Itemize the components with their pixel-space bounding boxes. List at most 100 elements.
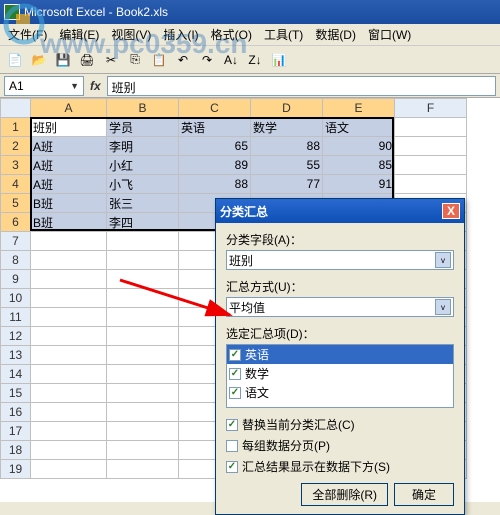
cell[interactable] (107, 327, 179, 346)
formula-bar[interactable]: 班别 (107, 76, 496, 96)
cell[interactable] (107, 308, 179, 327)
cell[interactable] (31, 251, 107, 270)
checkbox-icon[interactable]: ✓ (226, 461, 238, 473)
items-listbox[interactable]: ✓ 英语 ✓ 数学 ✓ 语文 (226, 344, 454, 408)
cell[interactable] (107, 403, 179, 422)
row-header[interactable]: 13 (1, 346, 31, 365)
checkbox-icon[interactable]: ✓ (229, 368, 241, 380)
cell[interactable] (107, 422, 179, 441)
menu-view[interactable]: 视图(V) (105, 24, 157, 45)
menu-insert[interactable]: 插入(I) (157, 24, 204, 45)
close-button[interactable]: X (442, 203, 460, 219)
row-header[interactable]: 12 (1, 327, 31, 346)
chevron-down-icon[interactable]: ▼ (70, 81, 79, 91)
row-header[interactable]: 1 (1, 118, 31, 137)
new-icon[interactable]: 📄 (4, 49, 26, 71)
menu-window[interactable]: 窗口(W) (362, 24, 417, 45)
row-header[interactable]: 4 (1, 175, 31, 194)
cell[interactable] (395, 156, 467, 175)
menu-data[interactable]: 数据(D) (309, 24, 362, 45)
cell[interactable]: 77 (251, 175, 323, 194)
name-box[interactable]: A1 ▼ (4, 76, 84, 96)
cell[interactable]: 91 (323, 175, 395, 194)
row-header[interactable]: 14 (1, 365, 31, 384)
undo-icon[interactable]: ↶ (172, 49, 194, 71)
checkbox-icon[interactable]: ✓ (226, 419, 238, 431)
menu-file[interactable]: 文件(F) (2, 24, 53, 45)
paste-icon[interactable]: 📋 (148, 49, 170, 71)
cell[interactable] (31, 403, 107, 422)
row-header[interactable]: 18 (1, 441, 31, 460)
chevron-down-icon[interactable]: v (435, 299, 451, 315)
checkbox-icon[interactable] (226, 440, 238, 452)
cell[interactable] (107, 384, 179, 403)
list-item[interactable]: ✓ 英语 (227, 345, 453, 364)
cell[interactable]: A班 (31, 156, 107, 175)
row-header[interactable]: 11 (1, 308, 31, 327)
cell[interactable] (395, 118, 467, 137)
cell[interactable] (107, 289, 179, 308)
cell[interactable] (395, 137, 467, 156)
save-icon[interactable]: 💾 (52, 49, 74, 71)
fx-icon[interactable]: fx (90, 79, 101, 93)
remove-all-button[interactable]: 全部删除(R) (301, 483, 388, 506)
list-item[interactable]: ✓ 数学 (227, 364, 453, 383)
row-header[interactable]: 5 (1, 194, 31, 213)
menu-edit[interactable]: 编辑(E) (53, 24, 105, 45)
cell[interactable]: A班 (31, 175, 107, 194)
row-header[interactable]: 16 (1, 403, 31, 422)
menu-format[interactable]: 格式(O) (205, 24, 258, 45)
cell[interactable] (31, 270, 107, 289)
cell[interactable] (107, 441, 179, 460)
option-below[interactable]: ✓ 汇总结果显示在数据下方(S) (226, 458, 454, 475)
cell[interactable] (107, 346, 179, 365)
cell[interactable] (31, 308, 107, 327)
copy-icon[interactable]: ⎘ (124, 49, 146, 71)
option-pagebreak[interactable]: 每组数据分页(P) (226, 437, 454, 454)
sort-asc-icon[interactable]: A↓ (220, 49, 242, 71)
cell[interactable]: 89 (179, 156, 251, 175)
cell[interactable] (31, 384, 107, 403)
field-select[interactable]: 班别 v (226, 250, 454, 270)
col-header-d[interactable]: D (251, 99, 323, 118)
cell[interactable]: 88 (179, 175, 251, 194)
row-header[interactable]: 6 (1, 213, 31, 232)
row-header[interactable]: 3 (1, 156, 31, 175)
open-icon[interactable]: 📂 (28, 49, 50, 71)
list-item[interactable]: ✓ 语文 (227, 383, 453, 402)
cell[interactable] (107, 251, 179, 270)
cell[interactable]: 班别 (31, 118, 107, 137)
cell[interactable] (395, 175, 467, 194)
cell[interactable]: 李明 (107, 137, 179, 156)
row-header[interactable]: 8 (1, 251, 31, 270)
cell[interactable] (107, 460, 179, 479)
cell[interactable]: 小飞 (107, 175, 179, 194)
cell[interactable]: A班 (31, 137, 107, 156)
col-header-a[interactable]: A (31, 99, 107, 118)
sort-desc-icon[interactable]: Z↓ (244, 49, 266, 71)
chart-icon[interactable]: 📊 (268, 49, 290, 71)
col-header-e[interactable]: E (323, 99, 395, 118)
col-header-b[interactable]: B (107, 99, 179, 118)
cell[interactable] (31, 441, 107, 460)
cell[interactable]: 85 (323, 156, 395, 175)
cell[interactable]: B班 (31, 213, 107, 232)
cell[interactable] (107, 270, 179, 289)
redo-icon[interactable]: ↷ (196, 49, 218, 71)
cell[interactable] (31, 327, 107, 346)
menu-tools[interactable]: 工具(T) (258, 24, 309, 45)
row-header[interactable]: 2 (1, 137, 31, 156)
print-icon[interactable]: 🖨 (76, 49, 98, 71)
select-all-corner[interactable] (1, 99, 31, 118)
cell[interactable] (31, 289, 107, 308)
option-replace[interactable]: ✓ 替换当前分类汇总(C) (226, 416, 454, 433)
chevron-down-icon[interactable]: v (435, 252, 451, 268)
cell[interactable]: 65 (179, 137, 251, 156)
cell[interactable] (107, 365, 179, 384)
cell[interactable]: 90 (323, 137, 395, 156)
row-header[interactable]: 7 (1, 232, 31, 251)
cell[interactable]: 李四 (107, 213, 179, 232)
cell[interactable] (31, 460, 107, 479)
cell[interactable]: 学员 (107, 118, 179, 137)
cell[interactable]: 英语 (179, 118, 251, 137)
